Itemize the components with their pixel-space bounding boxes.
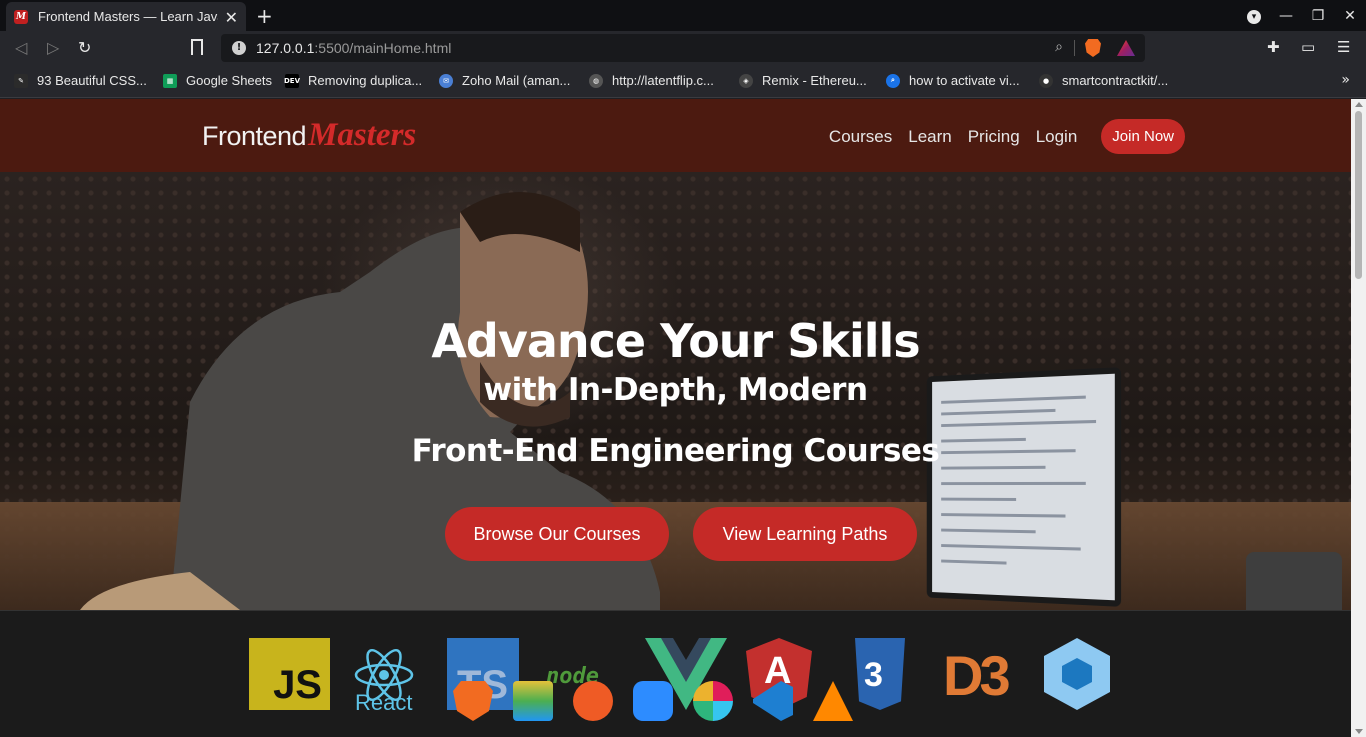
- hero-subtitle-1: with In-Depth, Modern: [483, 372, 868, 408]
- close-tab-icon[interactable]: ✕: [225, 8, 238, 27]
- hero-section: Advance Your Skills with In-Depth, Moder…: [0, 172, 1351, 610]
- bookmark-icon[interactable]: [191, 39, 203, 55]
- nav-courses[interactable]: Courses: [829, 127, 892, 147]
- join-now-button[interactable]: Join Now: [1101, 119, 1185, 154]
- menu-icon[interactable]: ☰: [1337, 38, 1350, 56]
- sheets-icon: ▦: [163, 73, 177, 88]
- reload-icon[interactable]: ↻: [78, 38, 91, 57]
- hero-title: Advance Your Skills: [431, 314, 920, 368]
- address-bar[interactable]: ! 127.0.0.1:5500/mainHome.html ⌕: [221, 34, 1145, 62]
- nav-pricing[interactable]: Pricing: [968, 127, 1020, 147]
- scroll-down-icon[interactable]: [1355, 729, 1363, 734]
- minimize-icon[interactable]: —: [1270, 8, 1302, 24]
- browser-tab[interactable]: M Frontend Masters — Learn Java ✕: [6, 2, 246, 31]
- browser-toolbar: ◁ ▷ ↻ ! 127.0.0.1:5500/mainHome.html ⌕ ✚…: [0, 31, 1366, 65]
- window-controls: ▾ — ❐ ✕: [1238, 0, 1366, 31]
- webpack-logo: [1044, 638, 1110, 710]
- brave-rewards-icon[interactable]: [1117, 40, 1135, 56]
- bookmark-item[interactable]: ● smartcontractkit/...: [1039, 73, 1168, 88]
- site-info-icon[interactable]: !: [232, 41, 246, 55]
- site-logo[interactable]: Frontend Masters: [202, 117, 416, 154]
- url-text[interactable]: 127.0.0.1:5500/mainHome.html: [256, 40, 451, 56]
- site-header: Frontend Masters Courses Learn Pricing L…: [0, 99, 1351, 172]
- hero-content: Advance Your Skills with In-Depth, Moder…: [0, 172, 1351, 610]
- css3-logo: 3: [855, 638, 905, 710]
- search-icon: ⌕: [886, 73, 900, 88]
- d3-logo: D3: [943, 644, 1011, 707]
- hero-subtitle-2: Front-End Engineering Courses: [411, 433, 940, 469]
- slack-icon[interactable]: [693, 681, 733, 721]
- scroll-thumb[interactable]: [1355, 111, 1362, 279]
- tab-bar: M Frontend Masters — Learn Java ✕ + ▾ — …: [0, 0, 1366, 31]
- nav-login[interactable]: Login: [1036, 127, 1078, 147]
- back-icon[interactable]: ◁: [15, 38, 27, 57]
- favicon-icon: M: [14, 9, 28, 24]
- github-icon: ●: [1039, 73, 1053, 88]
- extensions-icon[interactable]: ✚: [1267, 38, 1280, 56]
- view-learning-paths-button[interactable]: View Learning Paths: [693, 507, 917, 561]
- files-icon[interactable]: [513, 681, 553, 721]
- globe-icon: ◍: [589, 73, 603, 88]
- web-page: Frontend Masters Courses Learn Pricing L…: [0, 99, 1351, 737]
- brave-shields-icon[interactable]: [1085, 39, 1101, 57]
- brave-browser-icon[interactable]: [453, 681, 493, 721]
- bookmark-item[interactable]: ◍ http://latentflip.c...: [589, 73, 714, 88]
- main-nav: Courses Learn Pricing Login Join Now: [829, 119, 1185, 154]
- bookmark-item[interactable]: ⌕ how to activate vi...: [886, 73, 1020, 88]
- nav-learn[interactable]: Learn: [908, 127, 951, 147]
- scroll-up-icon[interactable]: [1355, 102, 1363, 107]
- react-label: React: [355, 690, 413, 715]
- brush-icon: ✎: [14, 73, 28, 88]
- bookmark-item[interactable]: ✉ Zoho Mail (aman...: [439, 73, 570, 88]
- new-tab-icon[interactable]: +: [256, 4, 273, 28]
- tab-menu-icon[interactable]: ▾: [1238, 7, 1270, 24]
- bookmarks-bar: ✎ 93 Beautiful CSS... ▦ Google Sheets DEV R…: [0, 65, 1366, 98]
- zoom-icon[interactable]: ⌕: [1055, 39, 1063, 55]
- mail-icon: ✉: [439, 73, 453, 88]
- more-bookmarks-icon[interactable]: »: [1341, 72, 1350, 88]
- javascript-logo: JS: [249, 638, 330, 710]
- tech-logos-bar: JS React TS node A 3 D3: [0, 610, 1351, 737]
- url-divider: [1074, 40, 1075, 56]
- bookmark-item[interactable]: DEV Removing duplica...: [284, 73, 422, 88]
- vlc-icon[interactable]: [813, 681, 853, 721]
- bookmark-item[interactable]: ◈ Remix - Ethereu...: [739, 73, 867, 88]
- tab-title: Frontend Masters — Learn Java: [38, 9, 218, 24]
- forward-icon[interactable]: ▷: [47, 38, 59, 57]
- remix-icon: ◈: [739, 73, 753, 88]
- browse-courses-button[interactable]: Browse Our Courses: [445, 507, 669, 561]
- bookmark-item[interactable]: ✎ 93 Beautiful CSS...: [14, 73, 147, 88]
- close-window-icon[interactable]: ✕: [1334, 8, 1366, 24]
- dev-icon: DEV: [284, 73, 300, 88]
- wallet-icon[interactable]: ▭: [1301, 38, 1315, 56]
- page-scrollbar[interactable]: [1351, 99, 1366, 737]
- zoom-app-icon[interactable]: [633, 681, 673, 721]
- bookmark-item[interactable]: ▦ Google Sheets: [163, 73, 272, 88]
- maximize-icon[interactable]: ❐: [1302, 8, 1334, 24]
- postman-icon[interactable]: [573, 681, 613, 721]
